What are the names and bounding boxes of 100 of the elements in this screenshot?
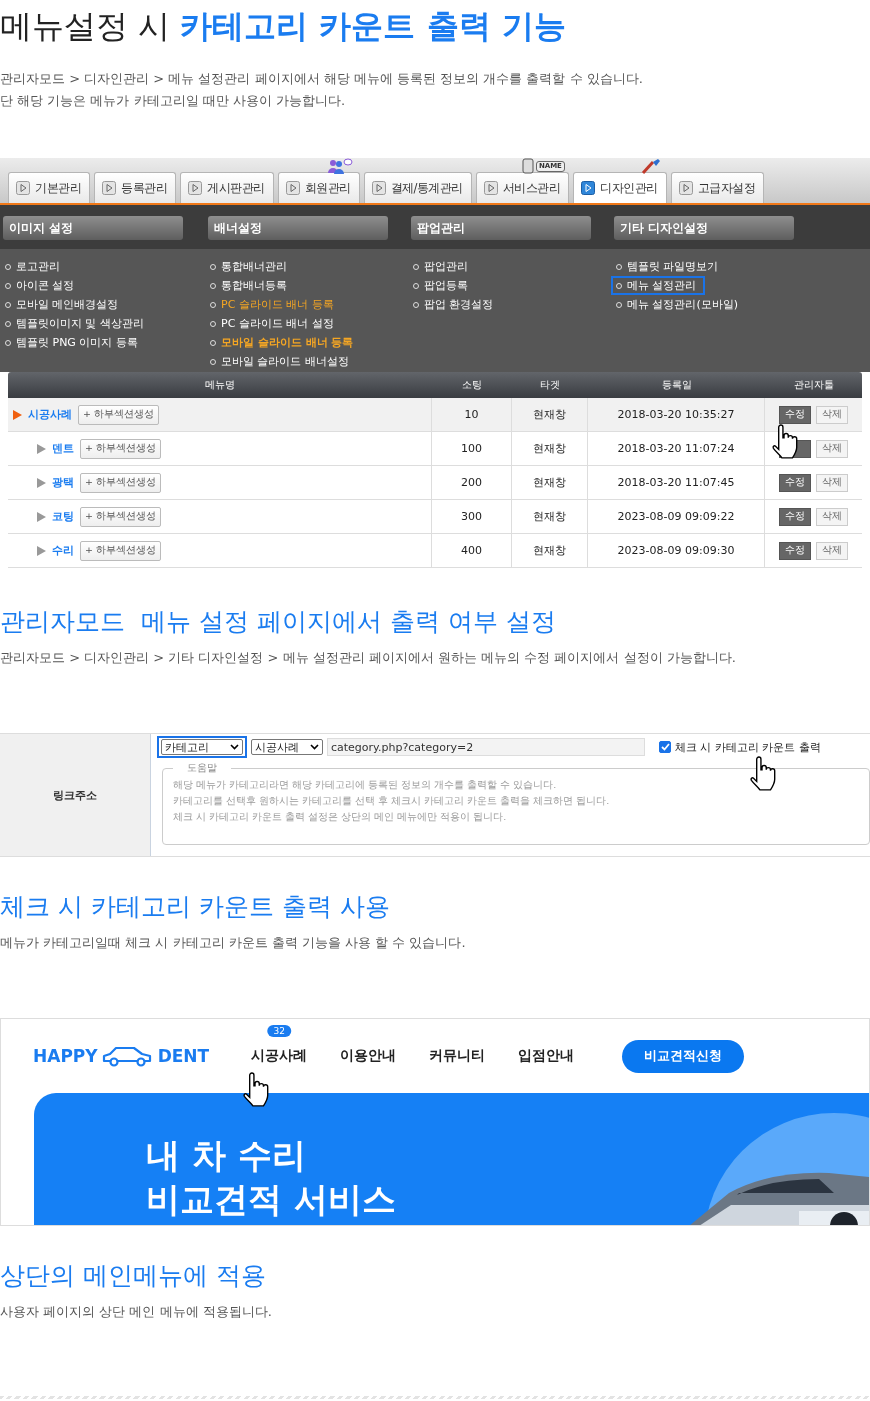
play-icon	[371, 181, 386, 195]
section-title: 관리자모드 메뉴 설정 페이지에서 출력 여부 설정	[0, 606, 557, 638]
menu-item[interactable]: 로고관리	[0, 257, 68, 276]
add-subsection-button[interactable]: + 하부섹션생성	[80, 540, 161, 561]
count-badge: 32	[267, 1025, 291, 1037]
arrow-icon	[36, 545, 46, 556]
section-description: 사용자 페이지의 상단 메인 메뉴에 적용됩니다.	[0, 1303, 273, 1321]
menu-name: 시공사례	[28, 407, 72, 422]
add-subsection-button[interactable]: + 하부섹션생성	[80, 438, 161, 459]
tab[interactable]: 게시판관리	[180, 172, 274, 203]
intro-text: 단 해당 기능은 메뉴가 카테고리일 때만 사용이 가능합니다.	[0, 92, 347, 110]
count-checkbox[interactable]	[659, 741, 671, 753]
category-select[interactable]: 시공사례	[251, 739, 323, 755]
arrow-icon	[36, 477, 46, 488]
tab[interactable]: 결제/통계관리	[363, 172, 472, 203]
delete-button[interactable]: 삭제	[816, 405, 848, 424]
play-icon	[188, 181, 202, 195]
tab[interactable]: 서비스관리	[475, 172, 570, 203]
help-text: 카테고리를 선택후 원하시는 카테고리를 선택 후 체크시 카테고리 카운트 출력을 체크하면 됩니다.	[173, 794, 611, 808]
menu-item[interactable]: 모바일 메인배경설정	[0, 295, 127, 314]
table-row[interactable]: 수리 + 하부섹션생성 400 현재창 2023-08-09 09:09:30 수정 삭제	[8, 534, 862, 568]
menu-name: 광택	[52, 475, 74, 490]
help-text: 체크 시 카테고리 카운트 출력 설정은 상단의 메인 메뉴에만 적용이 됩니다.	[173, 810, 508, 824]
phone-icon	[521, 158, 534, 174]
tab[interactable]: 등록관리	[94, 172, 176, 203]
table-row[interactable]: 광택 + 하부섹션생성 200 현재창 2018-03-20 11:07:45 수정 삭제	[8, 466, 862, 500]
menu-item[interactable]: 메뉴 설정관리	[611, 276, 705, 295]
logo-text: HAPPY	[33, 1046, 98, 1066]
help-label: 도움말	[186, 761, 218, 775]
menu-item[interactable]: 템플릿 PNG 이미지 등록	[0, 333, 146, 352]
tab[interactable]: 고급자설정	[670, 172, 765, 203]
edit-button[interactable]: 수정	[779, 507, 811, 526]
table-row[interactable]: 덴트 + 하부섹션생성 100 현재창 2018-03-20 11:07:24 삭제	[8, 432, 862, 466]
people-icon	[325, 158, 354, 174]
edit-button[interactable]: 수정	[779, 405, 811, 424]
tab[interactable]: 디자인관리	[573, 172, 667, 203]
play-icon	[16, 181, 30, 195]
menu-item[interactable]: 통합배너관리	[205, 257, 295, 276]
quote-button[interactable]: 비교견적신청	[622, 1039, 745, 1073]
menu-item[interactable]: 모바일 슬라이드 배너설정	[205, 352, 357, 371]
menu-group-heading: 배너설정	[208, 216, 388, 240]
menu-name: 수리	[52, 543, 74, 558]
nav-link[interactable]: 커뮤니티	[429, 1047, 486, 1065]
menu-group-heading: 기타 디자인설정	[614, 216, 794, 240]
menu-item[interactable]: 아이콘 설정	[0, 276, 83, 295]
menu-name: 덴트	[52, 441, 74, 456]
tab[interactable]: 기본관리	[8, 172, 90, 203]
table-row[interactable]: 시공사례 + 하부섹션생성 10 현재창 2018-03-20 10:35:27 수정 삭제	[8, 398, 862, 432]
checkbox-label: 체크 시 카테고리 카운트 출력	[675, 739, 821, 755]
arrow-icon	[36, 511, 46, 522]
add-subsection-button[interactable]: + 하부섹션생성	[80, 506, 161, 527]
menu-group-heading: 팝업관리	[411, 216, 591, 240]
add-subsection-button[interactable]: + 하부섹션생성	[80, 472, 161, 493]
table-row[interactable]: 코팅 + 하부섹션생성 300 현재창 2023-08-09 09:09:22 수정 삭제	[8, 500, 862, 534]
add-subsection-button[interactable]: + 하부섹션생성	[78, 404, 159, 425]
menu-item[interactable]: 팝업관리	[408, 257, 476, 276]
chevron-icon	[230, 744, 239, 750]
hand-cursor-icon	[241, 1072, 269, 1108]
menu-item[interactable]: 팝업등록	[408, 276, 476, 295]
play-icon	[285, 181, 300, 195]
menu-item[interactable]: 통합배너등록	[205, 276, 295, 295]
menu-item[interactable]: 모바일 슬라이드 배너 등록	[205, 333, 362, 352]
nav-link[interactable]: 이용안내	[340, 1047, 397, 1065]
table-cell: 400	[432, 534, 512, 568]
section-description: 관리자모드 > 디자인관리 > 기타 디자인설정 > 메뉴 설정관리 페이지에서 원하는 메뉴의 수정 페이지에서 설정이 가능합니다.	[0, 649, 737, 667]
hand-cursor-icon	[748, 756, 776, 792]
nav-link[interactable]: 입점안내	[518, 1047, 575, 1065]
menu-item[interactable]: PC 슬라이드 배너 등록	[205, 295, 342, 314]
delete-button[interactable]: 삭제	[816, 473, 848, 492]
chevron-icon	[310, 744, 319, 750]
edit-button[interactable]: 수정	[779, 473, 811, 492]
intro-text: 관리자모드 > 디자인관리 > 메뉴 설정관리 페이지에서 해당 메뉴에 등록된 정보의 개수를 출력할 수 있습니다.	[0, 70, 644, 88]
column-header: 타겟	[539, 378, 561, 392]
delete-button[interactable]: 삭제	[816, 541, 848, 560]
tab[interactable]: 회원관리	[277, 172, 360, 203]
delete-button[interactable]: 삭제	[816, 439, 848, 458]
arrow-icon	[36, 443, 46, 454]
menu-item[interactable]: 템플릿 파일명보기	[611, 257, 727, 276]
menu-item[interactable]: 템플릿이미지 및 색상관리	[0, 314, 152, 333]
section-title: 체크 시 카테고리 카운트 출력 사용	[0, 891, 391, 923]
menu-item[interactable]: 메뉴 설정관리(모바일)	[611, 295, 747, 314]
type-select[interactable]: 카테고리	[161, 739, 243, 755]
hand-cursor-icon	[770, 424, 798, 460]
play-icon	[483, 181, 498, 195]
play-icon	[102, 181, 116, 195]
edit-button[interactable]: 수정	[779, 541, 811, 560]
menu-item[interactable]: PC 슬라이드 배너 설정	[205, 314, 342, 333]
column-header: 메뉴명	[204, 378, 236, 392]
arrow-icon	[12, 409, 22, 420]
column-header: 소팅	[461, 378, 483, 392]
logo-text: DENT	[157, 1046, 210, 1066]
delete-button[interactable]: 삭제	[816, 507, 848, 526]
banner-heading: 비교견적 서비스	[146, 1178, 397, 1221]
table-cell: 2023-08-09 09:09:30	[588, 534, 765, 568]
menu-item[interactable]: 팝업 환경설정	[408, 295, 502, 314]
url-field[interactable]: category.php?category=2	[327, 738, 645, 756]
column-header: 관리자툴	[792, 378, 835, 392]
table-cell: 현재창	[512, 534, 588, 568]
page-title: 메뉴설정 시 카테고리 카운트 출력 기능	[0, 6, 567, 47]
section-title: 상단의 메인메뉴에 적용	[0, 1260, 267, 1292]
